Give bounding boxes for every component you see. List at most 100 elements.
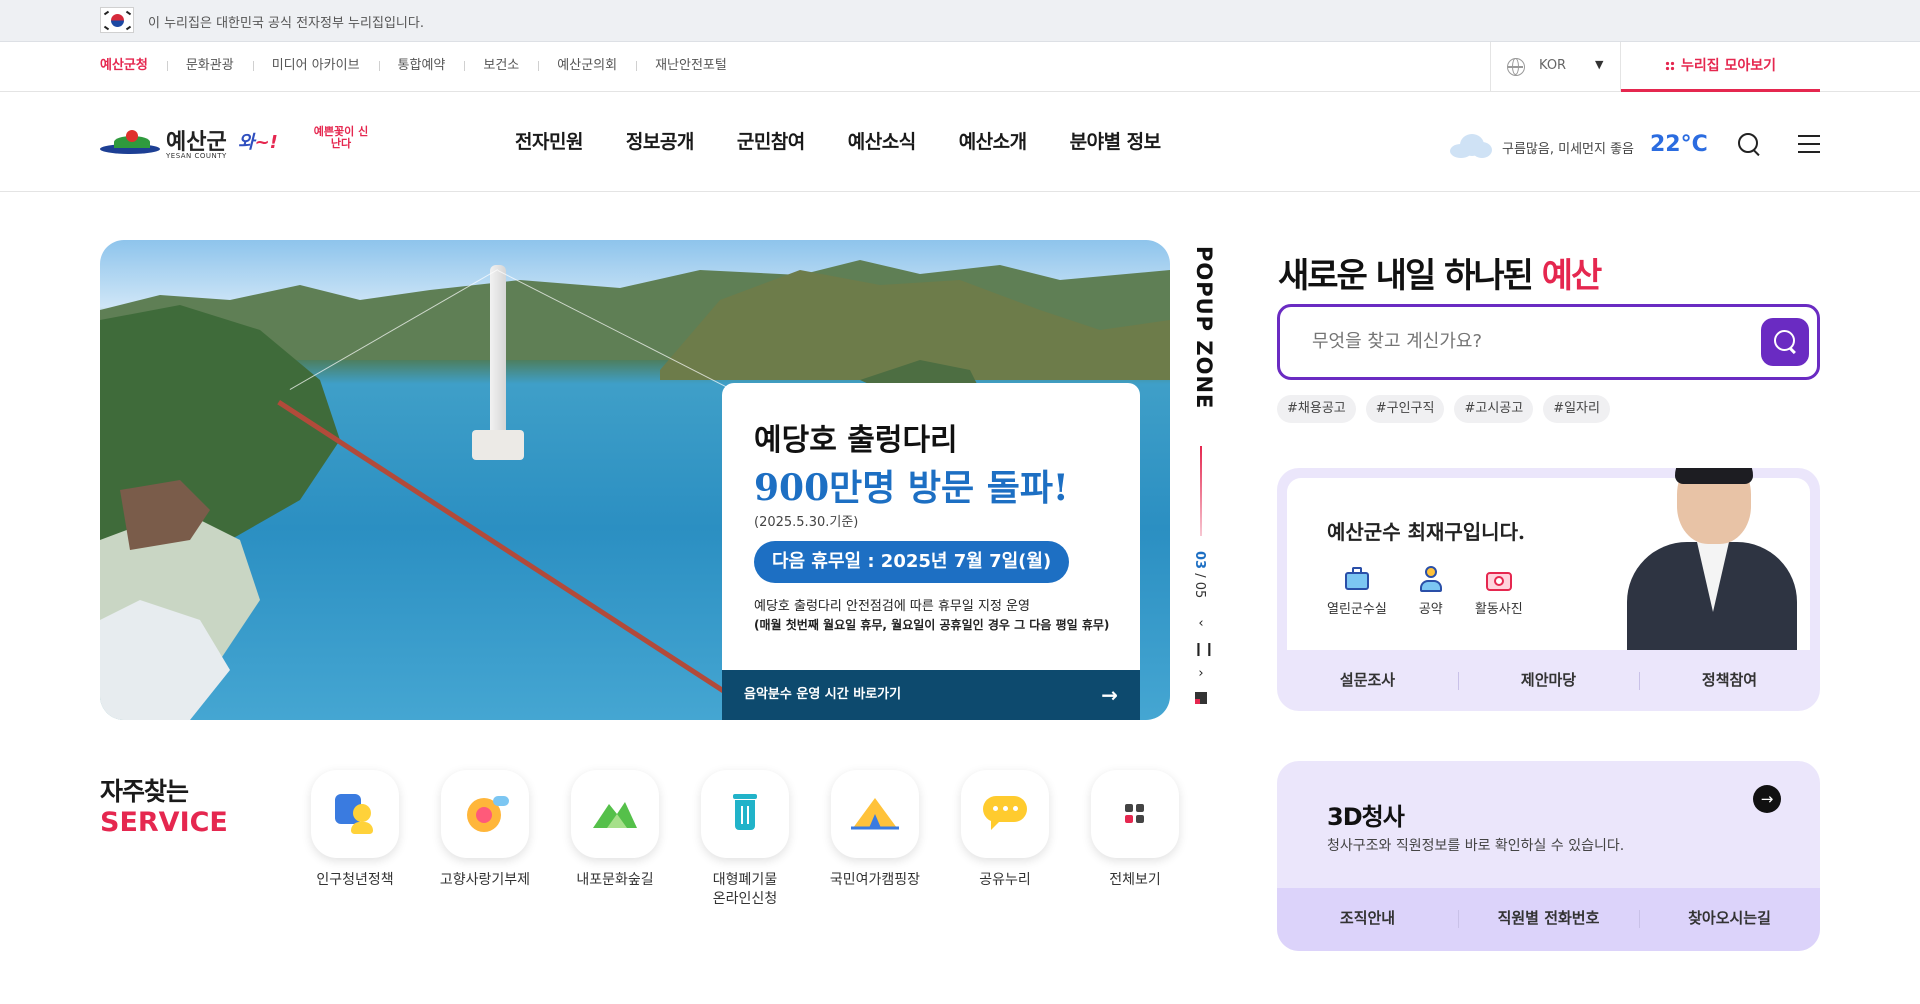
mayor-box: 예산군수 최재구입니다. 열린군수실 공약 활동사진 설문조사 제안마당 정책참… — [1277, 468, 1820, 711]
main-nav: 전자민원 정보공개 군민참여 예산소식 예산소개 분야별 정보 — [515, 127, 1204, 154]
organization-link[interactable]: 조직안내 — [1277, 888, 1458, 951]
survey-link[interactable]: 설문조사 — [1277, 650, 1458, 711]
popup-counter: 03 / 05 — [1192, 551, 1207, 599]
popup-divider — [1200, 446, 1202, 536]
language-select[interactable]: KOR ▼ — [1490, 42, 1621, 92]
holiday-badge: 다음 휴무일 : 2025년 7월 7일(월) — [754, 541, 1070, 583]
logo-english: YESAN COUNTY — [166, 152, 227, 160]
popup-pause-button[interactable]: ❙❙ — [1193, 642, 1215, 657]
slogan-logo-2: 예쁜꽃이 신난다 — [313, 125, 369, 150]
arrow-right-icon[interactable]: → — [1753, 785, 1781, 813]
site-link-health-center[interactable]: 보건소 — [464, 58, 538, 74]
site-links: 예산군청 문화관광 미디어 아카이브 통합예약 보건소 예산군의회 재난안전포털 — [100, 58, 746, 74]
hamburger-menu-icon[interactable] — [1798, 135, 1820, 153]
service-item-camping[interactable]: 국민여가캠핑장 — [810, 770, 940, 909]
nav-about[interactable]: 예산소개 — [959, 127, 1027, 154]
arrow-right-icon: → — [1101, 683, 1118, 707]
hero-note-detail: (매월 첫번째 월요일 휴무, 월요일이 공휴일인 경우 그 다음 평일 휴무) — [754, 618, 1110, 632]
service-label: 내포문화숲길 — [576, 872, 654, 888]
temperature: 22°C — [1650, 132, 1708, 157]
service-item-population[interactable]: 인구청년정책 — [290, 770, 420, 909]
sharing-icon — [961, 770, 1049, 858]
service-title: 자주찾는 SERVICE — [100, 778, 228, 837]
cloud-icon — [1450, 134, 1494, 158]
main-search-input[interactable] — [1312, 331, 1732, 352]
chevron-down-icon: ▼ — [1595, 58, 1604, 71]
service-item-hometown-donation[interactable]: 고향사랑기부제 — [420, 770, 550, 909]
site-link-disaster-portal[interactable]: 재난안전포털 — [636, 58, 746, 74]
proposal-link[interactable]: 제안마당 — [1458, 650, 1639, 711]
popup-prev-button[interactable]: ‹ — [1193, 616, 1209, 631]
mayor-links: 열린군수실 공약 활동사진 — [1327, 566, 1523, 617]
hero-banner[interactable]: 예당호 출렁다리 900만명 방문 돌파! (2025.5.30.기준) 다음 … — [100, 240, 1170, 720]
popup-next-button[interactable]: › — [1193, 666, 1209, 681]
popup-zone: POPUP ZONE 03 / 05 ‹ ❙❙ › — [1186, 246, 1216, 716]
3d-hall-links: 조직안내 직원별 전화번호 찾아오시는길 — [1277, 888, 1820, 951]
korea-flag-icon — [100, 7, 134, 33]
service-title-ko: 자주찾는 — [100, 777, 189, 806]
staff-phone-link[interactable]: 직원별 전화번호 — [1458, 888, 1639, 951]
service-label: 국민여가캠핑장 — [829, 872, 921, 888]
service-label: 공유누리 — [979, 872, 1031, 888]
mayor-link-pledge[interactable]: 공약 — [1417, 566, 1445, 617]
slogan-logo-1: 와~! — [238, 132, 278, 153]
nav-participation[interactable]: 군민참여 — [737, 127, 805, 154]
grid-icon — [1091, 770, 1179, 858]
nav-e-civil[interactable]: 전자민원 — [515, 127, 583, 154]
site-link-council[interactable]: 예산군의회 — [538, 58, 636, 74]
search-submit-button[interactable] — [1761, 318, 1809, 366]
mayor-link-office[interactable]: 열린군수실 — [1327, 566, 1387, 617]
hero-info-card: 예당호 출렁다리 900만명 방문 돌파! (2025.5.30.기준) 다음 … — [722, 383, 1140, 720]
globe-icon — [1507, 58, 1525, 76]
service-label: 전체보기 — [1109, 872, 1161, 888]
music-fountain-label: 음악분수 운영 시간 바로가기 — [744, 687, 902, 702]
hero-title: 예당호 출렁다리 — [754, 423, 958, 458]
mayor-bottom-links: 설문조사 제안마당 정책참여 — [1277, 650, 1820, 711]
site-link-culture-tour[interactable]: 문화관광 — [166, 58, 253, 74]
site-collection-button[interactable]: 누리집 모아보기 — [1621, 42, 1820, 92]
camping-icon — [831, 770, 919, 858]
service-item-forest-trail[interactable]: 내포문화숲길 — [550, 770, 680, 909]
mayor-link-photos[interactable]: 활동사진 — [1475, 566, 1523, 617]
tag-public-notice[interactable]: #고시공고 — [1454, 395, 1534, 423]
language-code: KOR — [1539, 58, 1567, 73]
hero-note: 예당호 출렁다리 안전점검에 따른 휴무일 지정 운영 — [754, 599, 1030, 614]
waste-bin-icon — [701, 770, 789, 858]
music-fountain-link[interactable]: 음악분수 운영 시간 바로가기 → — [722, 670, 1140, 720]
search-icon[interactable] — [1737, 132, 1761, 156]
tag-work[interactable]: #일자리 — [1543, 395, 1610, 423]
site-link-reservation[interactable]: 통합예약 — [378, 58, 465, 74]
bridge-tower — [490, 265, 506, 445]
site-link-yesan[interactable]: 예산군청 — [100, 58, 167, 74]
nav-info-disclosure[interactable]: 정보공개 — [626, 127, 694, 154]
site-link-media-archive[interactable]: 미디어 아카이브 — [252, 58, 379, 74]
nav-field-info[interactable]: 분야별 정보 — [1070, 127, 1162, 154]
tag-jobs-notice[interactable]: #채용공고 — [1277, 395, 1356, 423]
county-slogan: 새로운 내일 하나된 예산 — [1278, 256, 1602, 296]
3d-hall-description: 청사구조와 직원정보를 바로 확인하실 수 있습니다. — [1327, 838, 1625, 854]
gov-banner: 이 누리집은 대한민국 공식 전자정부 누리집입니다. — [0, 0, 1920, 42]
service-title-en: SERVICE — [100, 807, 228, 838]
gov-banner-text: 이 누리집은 대한민국 공식 전자정부 누리집입니다. — [148, 16, 424, 31]
grid-dots-icon — [1664, 61, 1675, 71]
site-collection-label: 누리집 모아보기 — [1680, 58, 1777, 74]
service-item-sharing[interactable]: 공유누리 — [940, 770, 1070, 909]
popup-all-view-icon[interactable] — [1195, 692, 1207, 704]
hero-date: (2025.5.30.기준) — [754, 515, 859, 530]
directions-link[interactable]: 찾아오시는길 — [1639, 888, 1820, 951]
yesan-logo[interactable]: 예산군 YESAN COUNTY 와~! 예쁜꽃이 신난다 — [100, 122, 375, 164]
main-search-box — [1277, 304, 1820, 380]
mayor-card: 예산군수 최재구입니다. 열린군수실 공약 활동사진 — [1287, 468, 1810, 650]
policy-participation-link[interactable]: 정책참여 — [1639, 650, 1820, 711]
popup-zone-label: POPUP ZONE — [1192, 246, 1216, 410]
3d-hall-title: 3D청사 — [1327, 803, 1405, 831]
hero-highlight: 900만명 방문 돌파! — [754, 467, 1069, 509]
service-item-view-all[interactable]: 전체보기 — [1070, 770, 1200, 909]
camera-icon — [1485, 566, 1513, 592]
forest-trail-icon — [571, 770, 659, 858]
tag-job-seeking[interactable]: #구인구직 — [1365, 395, 1445, 423]
person-icon — [1417, 566, 1445, 592]
weather-text: 구름많음, 미세먼지 좋음 — [1502, 142, 1634, 157]
service-item-waste[interactable]: 대형폐기물 온라인신청 — [680, 770, 810, 909]
nav-news[interactable]: 예산소식 — [848, 127, 916, 154]
